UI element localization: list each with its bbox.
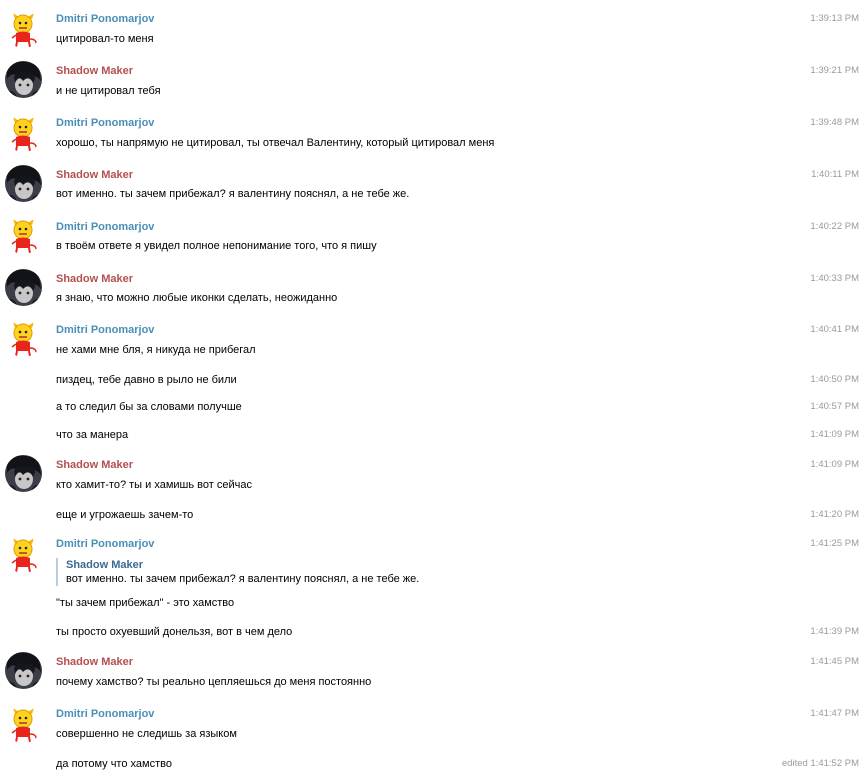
message-timestamp: 1:39:21 PM xyxy=(810,65,859,76)
message-timestamp: 1:41:45 PM xyxy=(810,656,859,667)
author-name[interactable]: Dmitri Ponomarjov xyxy=(56,116,154,130)
message-text: вот именно. ты зачем прибежал? я валенти… xyxy=(56,188,410,200)
message-text: в твоём ответе я увидел полное непониман… xyxy=(56,240,377,252)
message-text: не хами мне бля, я никуда не прибегал xyxy=(56,344,256,356)
message-timestamp: 1:40:11 PM xyxy=(811,169,859,180)
devil-avatar[interactable] xyxy=(5,217,42,254)
message-timestamp: 1:40:50 PM xyxy=(810,374,859,385)
message-timestamp: 1:41:25 PM xyxy=(810,538,859,549)
message-text: и не цитировал тебя xyxy=(56,85,161,97)
devil-avatar[interactable] xyxy=(5,320,42,357)
message-timestamp: 1:41:20 PM xyxy=(810,509,859,520)
chat-history[interactable]: Dmitri Ponomarjov цитировал-то меня 1:39… xyxy=(0,0,868,772)
author-name[interactable]: Dmitri Ponomarjov xyxy=(56,220,154,234)
message-timestamp: 1:41:39 PM xyxy=(810,626,859,637)
message-text: кто хамит-то? ты и хамишь вот сейчас xyxy=(56,479,252,491)
message-timestamp: 1:41:47 PM xyxy=(810,708,859,719)
dark-avatar[interactable] xyxy=(5,652,42,689)
message-timestamp: 1:40:33 PM xyxy=(810,273,859,284)
author-name[interactable]: Dmitri Ponomarjov xyxy=(56,323,154,337)
message-text: а то следил бы за словами получше xyxy=(56,401,242,413)
message-text: совершенно не следишь за языком xyxy=(56,728,237,740)
quote-author: Shadow Maker xyxy=(66,559,144,571)
message-timestamp: 1:39:48 PM xyxy=(810,117,859,128)
message-text: что за манера xyxy=(56,429,129,441)
message-timestamp: edited 1:41:52 PM xyxy=(781,758,859,769)
author-name[interactable]: Dmitri Ponomarjov xyxy=(56,537,154,551)
dark-avatar[interactable] xyxy=(5,165,42,202)
quote-text: вот именно. ты зачем прибежал? я валенти… xyxy=(66,573,420,585)
author-name[interactable]: Shadow Maker xyxy=(56,272,133,286)
author-name[interactable]: Dmitri Ponomarjov xyxy=(56,12,154,26)
devil-avatar[interactable] xyxy=(5,115,42,152)
devil-avatar[interactable] xyxy=(5,11,42,48)
dark-avatar[interactable] xyxy=(5,455,42,492)
dark-avatar[interactable] xyxy=(5,61,42,98)
message-text: цитировал-то меня xyxy=(56,33,154,45)
message-text: ты просто охуевший донельзя, вот в чем д… xyxy=(56,626,293,638)
dark-avatar[interactable] xyxy=(5,269,42,306)
author-name[interactable]: Dmitri Ponomarjov xyxy=(56,707,154,721)
author-name[interactable]: Shadow Maker xyxy=(56,655,133,669)
message-timestamp: 1:40:41 PM xyxy=(810,324,859,335)
message-timestamp: 1:41:09 PM xyxy=(810,459,859,470)
message-text: "ты зачем прибежал" - это хамство xyxy=(56,597,235,609)
message-text: хорошо, ты напрямую не цитировал, ты отв… xyxy=(56,137,495,149)
author-name[interactable]: Shadow Maker xyxy=(56,64,133,78)
devil-avatar[interactable] xyxy=(5,536,42,573)
message-text: я знаю, что можно любые иконки сделать, … xyxy=(56,292,338,304)
message-text: еще и угрожаешь зачем-то xyxy=(56,509,194,521)
devil-avatar[interactable] xyxy=(5,706,42,743)
message-timestamp: 1:40:57 PM xyxy=(810,401,859,412)
author-name[interactable]: Shadow Maker xyxy=(56,458,133,472)
message-text: почему хамство? ты реально цепляешься до… xyxy=(56,676,372,688)
message-timestamp: 1:41:09 PM xyxy=(810,429,859,440)
quoted-message[interactable]: Shadow Maker вот именно. ты зачем прибеж… xyxy=(56,558,419,586)
message-timestamp: 1:40:22 PM xyxy=(810,221,859,232)
message-text: да потому что хамство xyxy=(56,758,172,770)
message-timestamp: 1:39:13 PM xyxy=(810,13,859,24)
author-name[interactable]: Shadow Maker xyxy=(56,168,133,182)
message-text: пиздец, тебе давно в рыло не били xyxy=(56,374,237,386)
